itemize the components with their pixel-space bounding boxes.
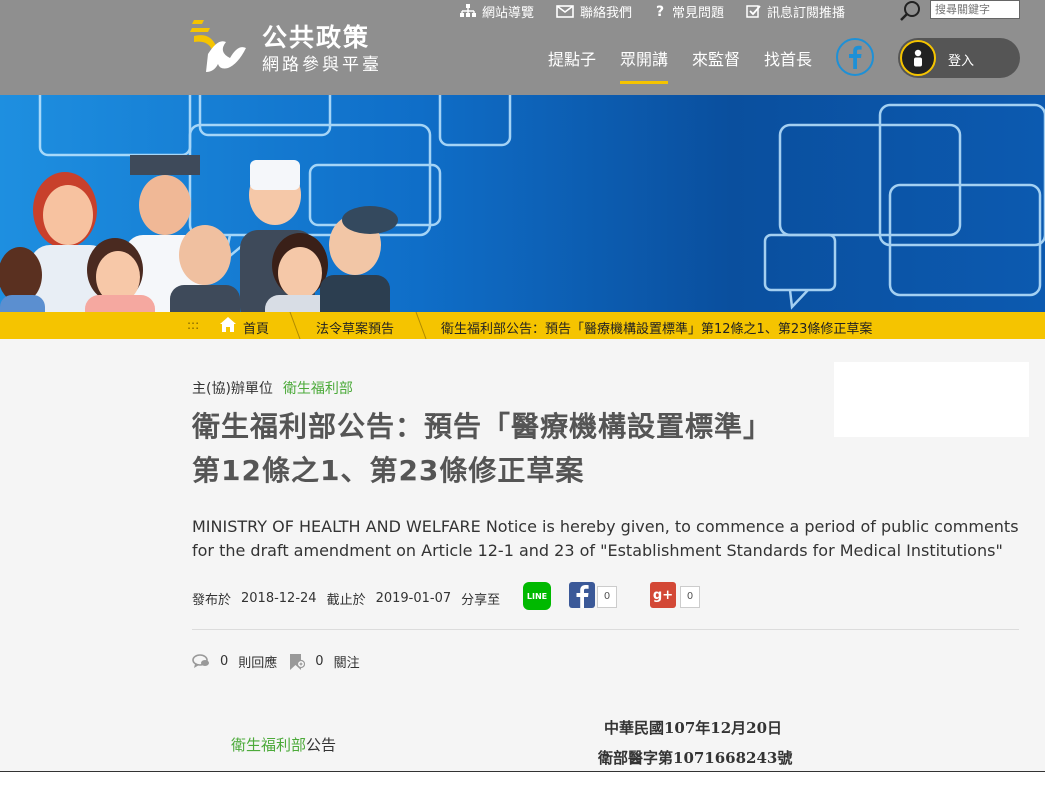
- nav-leaders[interactable]: 找首長: [764, 46, 812, 76]
- facebook-share-count: 0: [597, 586, 617, 608]
- below-fold: [0, 772, 1045, 801]
- organizer-row: 主(協)辦單位 衛生福利部: [192, 378, 353, 398]
- comments-count: 0: [220, 654, 229, 669]
- checkbox-icon: [746, 4, 761, 18]
- facebook-button[interactable]: [836, 38, 874, 76]
- sitemap-link[interactable]: 網站導覽: [460, 2, 534, 21]
- breadcrumb-draft-notices[interactable]: 法令草案預告: [316, 318, 394, 337]
- page-title: 衛生福利部公告：預告「醫療機構設置標準」 第12條之1、第23條修正草案: [192, 410, 773, 487]
- share-label: 分享至: [461, 593, 501, 608]
- breadcrumb-current: 衛生福利部公告：預告「醫療機構設置標準」第12條之1、第23條修正草案: [441, 322, 873, 337]
- comments-label[interactable]: 則回應: [238, 652, 277, 671]
- home-icon: [220, 317, 236, 332]
- site-header: 公共政策 網路參與平臺 網站導覽 聯絡我們 ? 常見問題 訊息訂閱推播 提點子 …: [0, 0, 1045, 95]
- gplus-icon: g+: [652, 587, 674, 603]
- faq-link[interactable]: ? 常見問題: [654, 2, 724, 21]
- published-label: 發布於: [192, 593, 232, 608]
- facebook-icon: [576, 585, 589, 608]
- logo-mark-icon: [190, 20, 246, 72]
- nav-discussion[interactable]: 眾開講: [620, 46, 669, 84]
- search-input[interactable]: [930, 0, 1020, 19]
- deadline-date: 2019-01-07: [375, 591, 452, 606]
- deadline-label: 截止於: [326, 593, 366, 608]
- notice-number: 衛部醫字第1071668243號: [598, 749, 793, 767]
- notice-date: 中華民國107年12月20日: [604, 719, 783, 737]
- side-panel: [834, 362, 1029, 437]
- share-line-button[interactable]: LINE: [523, 582, 551, 610]
- login-button[interactable]: 登入: [898, 38, 1020, 78]
- breadcrumb-separator-icon: [415, 312, 427, 339]
- logo-title: 公共政策: [262, 23, 371, 52]
- english-title: MINISTRY OF HEALTH AND WELFARE Notice is…: [192, 517, 1019, 560]
- utility-links: 網站導覽 聯絡我們 ? 常見問題 訊息訂閱推播: [460, 1, 867, 21]
- engagement-stats: 0 則回應 0 關注: [192, 652, 360, 671]
- facebook-icon: [849, 45, 862, 69]
- subscribe-link[interactable]: 訊息訂閱推播: [746, 2, 845, 21]
- breadcrumb-separator-icon: [289, 312, 301, 339]
- notice-heading: 衛生福利部公告: [231, 734, 336, 755]
- follow-count: 0: [315, 654, 324, 669]
- line-icon: LINE: [526, 591, 548, 601]
- user-icon: [900, 40, 936, 76]
- nav-ideas[interactable]: 提點子: [548, 46, 596, 76]
- breadcrumb-menu-icon[interactable]: :::: [187, 318, 199, 332]
- publish-meta: 發布於 2018-12-24 截止於 2019-01-07 分享至: [192, 589, 510, 608]
- comment-icon: [192, 654, 209, 668]
- breadcrumb-home[interactable]: 首頁: [243, 318, 269, 337]
- contact-link[interactable]: 聯絡我們: [556, 2, 632, 21]
- banner-illustration: [0, 95, 1045, 312]
- hero-banner: [0, 95, 1045, 312]
- notice-org[interactable]: 衛生福利部: [231, 736, 306, 754]
- organizer-link[interactable]: 衛生福利部: [283, 381, 353, 397]
- nav-monitor[interactable]: 來監督: [692, 46, 740, 76]
- divider: [192, 629, 1019, 630]
- logo-subtitle: 網路參與平臺: [262, 55, 382, 75]
- bookmark-icon[interactable]: [289, 653, 306, 670]
- search-icon[interactable]: [900, 0, 922, 22]
- svg-text:?: ?: [656, 4, 664, 18]
- organizer-label: 主(協)辦單位: [192, 381, 273, 397]
- share-facebook-button[interactable]: [569, 582, 595, 608]
- mail-icon: [556, 4, 574, 18]
- main-nav: 提點子 眾開講 來監督 找首長: [548, 46, 836, 84]
- notice-suffix: 公告: [306, 736, 337, 754]
- sitemap-icon: [460, 4, 476, 17]
- login-label: 登入: [948, 54, 975, 69]
- breadcrumb: ::: 首頁 法令草案預告 衛生福利部公告：預告「醫療機構設置標準」第12條之1…: [0, 312, 1045, 339]
- share-gplus-button[interactable]: g+: [650, 582, 676, 608]
- question-icon: ?: [656, 4, 664, 18]
- published-date: 2018-12-24: [241, 591, 317, 606]
- site-logo[interactable]: 公共政策 網路參與平臺: [190, 14, 400, 76]
- follow-label[interactable]: 關注: [334, 652, 360, 671]
- gplus-share-count: 0: [680, 586, 700, 608]
